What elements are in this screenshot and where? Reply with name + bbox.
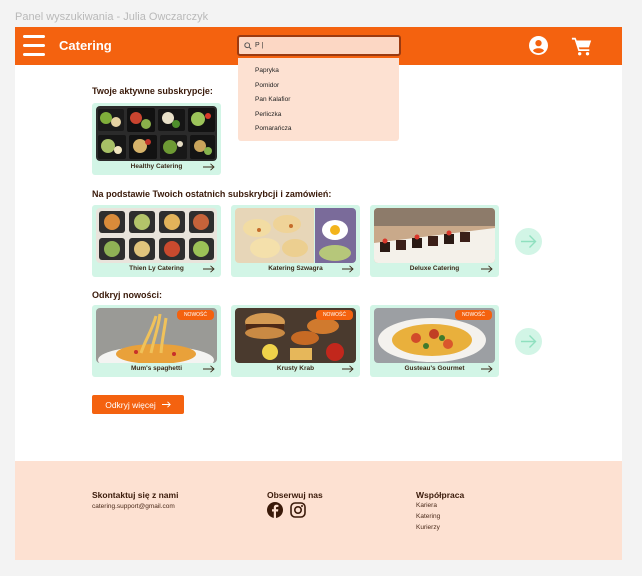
arrow-right-icon <box>203 163 215 171</box>
arrow-right-icon <box>342 265 354 273</box>
section-title-active: Twoje aktywne subskrypcje: <box>92 86 213 96</box>
section-title-recommended: Na podstawie Twoich ostatnich subskrybcj… <box>92 189 332 199</box>
search-box[interactable] <box>237 35 401 56</box>
card-mums-spaghetti[interactable]: NOWOŚĆ Mum's spaghetti <box>92 305 221 377</box>
arrow-right-icon <box>481 365 493 373</box>
card-gusteaus-gourmet[interactable]: NOWOŚĆ Gusteau's Gourmet <box>370 305 499 377</box>
discover-more-button[interactable]: Odkryj więcej <box>92 395 184 414</box>
new-badge: NOWOŚĆ <box>454 310 492 320</box>
card-label: Gusteau's Gourmet <box>404 365 465 372</box>
next-new-button[interactable] <box>515 328 542 355</box>
card-healthy-catering[interactable]: Healthy Catering <box>92 103 221 175</box>
new-badge: NOWOŚĆ <box>315 310 353 320</box>
card-deluxe-catering[interactable]: Deluxe Catering <box>370 205 499 277</box>
frame-title: Panel wyszukiwania - Julia Owczarczyk <box>15 11 209 23</box>
card-image: NOWOŚĆ <box>96 308 217 363</box>
card-image <box>235 208 356 263</box>
card-katering-szwagra[interactable]: Katering Szwagra <box>231 205 360 277</box>
arrow-right-icon <box>203 365 215 373</box>
suggestion-item[interactable]: Pomarańcza <box>238 122 399 137</box>
page: Catering Papryka Pomidor Pan Kalafior Pe… <box>15 27 622 560</box>
arrow-right-icon <box>203 265 215 273</box>
new-badge: NOWOŚĆ <box>176 310 214 320</box>
footer-contact-title: Skontaktuj się z nami <box>92 490 179 500</box>
search-icon <box>244 41 252 50</box>
card-image: NOWOŚĆ <box>235 308 356 363</box>
arrow-right-icon <box>342 365 354 373</box>
footer-contact-email[interactable]: catering.support@gmail.com <box>92 503 175 510</box>
discover-more-label: Odkryj więcej <box>105 399 156 410</box>
card-label: Thien Ly Catering <box>129 265 184 272</box>
footer: Skontaktuj się z nami catering.support@g… <box>15 461 622 560</box>
arrow-right-icon <box>161 401 171 408</box>
footer-link-kariera[interactable]: Kariera <box>416 502 437 509</box>
section-title-new: Odkryj nowości: <box>92 290 163 300</box>
card-label: Mum's spaghetti <box>130 365 183 372</box>
facebook-icon[interactable] <box>267 502 283 518</box>
next-recommended-button[interactable] <box>515 228 542 255</box>
brand-title[interactable]: Catering <box>59 38 112 53</box>
menu-icon[interactable] <box>23 35 45 56</box>
cart-icon[interactable] <box>571 35 593 57</box>
footer-link-katering[interactable]: Katering <box>416 513 440 520</box>
card-image <box>374 208 495 263</box>
footer-collab-title: Współpraca <box>416 490 465 500</box>
card-image <box>96 106 217 161</box>
footer-follow-title: Obserwuj nas <box>267 490 323 500</box>
instagram-icon[interactable] <box>290 502 306 518</box>
arrow-right-icon <box>521 335 537 348</box>
card-label: Katering Szwagra <box>268 265 323 272</box>
user-icon[interactable] <box>529 36 548 55</box>
footer-link-kurierzy[interactable]: Kurierzy <box>416 524 440 531</box>
suggestion-item[interactable]: Perliczka <box>238 108 399 123</box>
card-krusty-krab[interactable]: NOWOŚĆ Krusty Krab <box>231 305 360 377</box>
card-thien-ly-catering[interactable]: Thien Ly Catering <box>92 205 221 277</box>
card-label: Krusty Krab <box>276 365 315 372</box>
card-label: Deluxe Catering <box>409 265 460 272</box>
suggestion-item[interactable]: Pan Kalafior <box>238 93 399 108</box>
search-input[interactable] <box>255 42 385 49</box>
card-label: Healthy Catering <box>130 163 183 170</box>
suggestion-item[interactable]: Papryka <box>238 64 399 79</box>
arrow-right-icon <box>481 265 493 273</box>
arrow-right-icon <box>521 235 537 248</box>
card-image: NOWOŚĆ <box>374 308 495 363</box>
card-image <box>96 208 217 263</box>
search-suggestions: Papryka Pomidor Pan Kalafior Perliczka P… <box>238 58 399 141</box>
suggestion-item[interactable]: Pomidor <box>238 79 399 94</box>
